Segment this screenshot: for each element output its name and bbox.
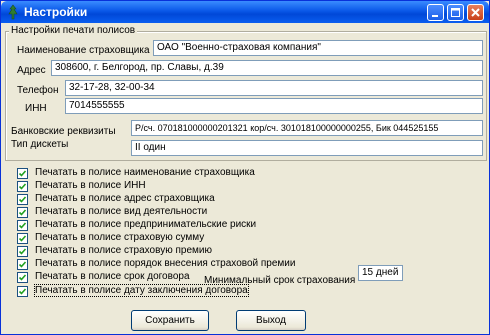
phone-label: Телефон: [17, 85, 59, 96]
title-bar[interactable]: Настройки: [1, 1, 489, 23]
checkbox-box[interactable]: [17, 207, 28, 218]
bank-details-field[interactable]: Р/сч. 070181000000201321 кор/сч. 3010181…: [131, 120, 483, 136]
maximize-button[interactable]: [447, 4, 464, 21]
checkbox-label: Печатать в полисе ИНН: [35, 180, 146, 191]
checkbox-label: Печатать в полисе вид деятельности: [35, 206, 208, 217]
close-button[interactable]: [467, 4, 484, 21]
app-icon: [8, 4, 18, 20]
checkbox-box[interactable]: [17, 168, 28, 179]
check-icon: [18, 248, 27, 255]
checkbox-label: Печатать в полисе дату заключения догово…: [34, 284, 249, 297]
minimize-button[interactable]: [427, 4, 444, 21]
insurer-name-label: Наименование страховщика: [17, 45, 150, 56]
address-field[interactable]: 308600, г. Белгород, пр. Славы, д.39: [51, 60, 483, 76]
checkbox-label: Печатать в полисе срок договора: [35, 271, 190, 282]
disk-type-field[interactable]: II один: [131, 140, 483, 156]
settings-window: Настройки Настройки печати полисов Наиме…: [0, 0, 490, 335]
group-legend: Настройки печати полисов: [9, 25, 138, 36]
checkbox-label: Печатать в полисе наименование страховщи…: [35, 167, 255, 178]
disk-type-label: Тип дискеты: [11, 139, 69, 150]
check-icon: [18, 183, 27, 190]
checkbox-box[interactable]: [17, 220, 28, 231]
min-term-field[interactable]: 15 дней: [358, 265, 403, 281]
save-button[interactable]: Сохранить: [131, 310, 209, 331]
checkbox-box[interactable]: [17, 272, 28, 283]
close-icon: [471, 8, 480, 17]
checkbox-box[interactable]: [17, 233, 28, 244]
phone-field[interactable]: 32-17-28, 32-00-34: [65, 80, 483, 96]
inn-label: ИНН: [25, 103, 47, 114]
exit-button[interactable]: Выход: [236, 310, 306, 331]
checkbox-label: Печатать в полисе страховую сумму: [35, 232, 205, 243]
check-icon: [18, 288, 27, 295]
checkbox-label: Печатать в полисе адрес страховщика: [35, 193, 215, 204]
insurer-name-field[interactable]: ОАО "Военно-страховая компания": [153, 40, 483, 56]
checkbox-box[interactable]: [17, 181, 28, 192]
check-icon: [18, 222, 27, 229]
maximize-icon: [451, 8, 460, 17]
check-icon: [18, 196, 27, 203]
checkbox-label: Печатать в полисе порядок внесения страх…: [35, 258, 296, 269]
checkbox-box[interactable]: [17, 194, 28, 205]
minimize-icon: [432, 15, 438, 17]
check-icon: [18, 170, 27, 177]
checkbox-box[interactable]: [17, 259, 28, 270]
checkbox-box[interactable]: [17, 246, 28, 257]
checkbox-box[interactable]: [17, 286, 28, 297]
bank-details-label: Банковские реквизиты: [11, 126, 116, 137]
address-label: Адрес: [17, 65, 46, 76]
window-title: Настройки: [24, 5, 88, 19]
checkbox-label: Печатать в полисе страховую премию: [35, 245, 212, 256]
min-term-label: Минимальный срок страхования: [204, 275, 356, 286]
check-icon: [18, 274, 27, 281]
check-icon: [18, 261, 27, 268]
inn-field[interactable]: 7014555555: [65, 98, 483, 114]
check-icon: [18, 209, 27, 216]
checkbox-label: Печатать в полисе предпринимательские ри…: [35, 219, 257, 230]
check-icon: [18, 235, 27, 242]
